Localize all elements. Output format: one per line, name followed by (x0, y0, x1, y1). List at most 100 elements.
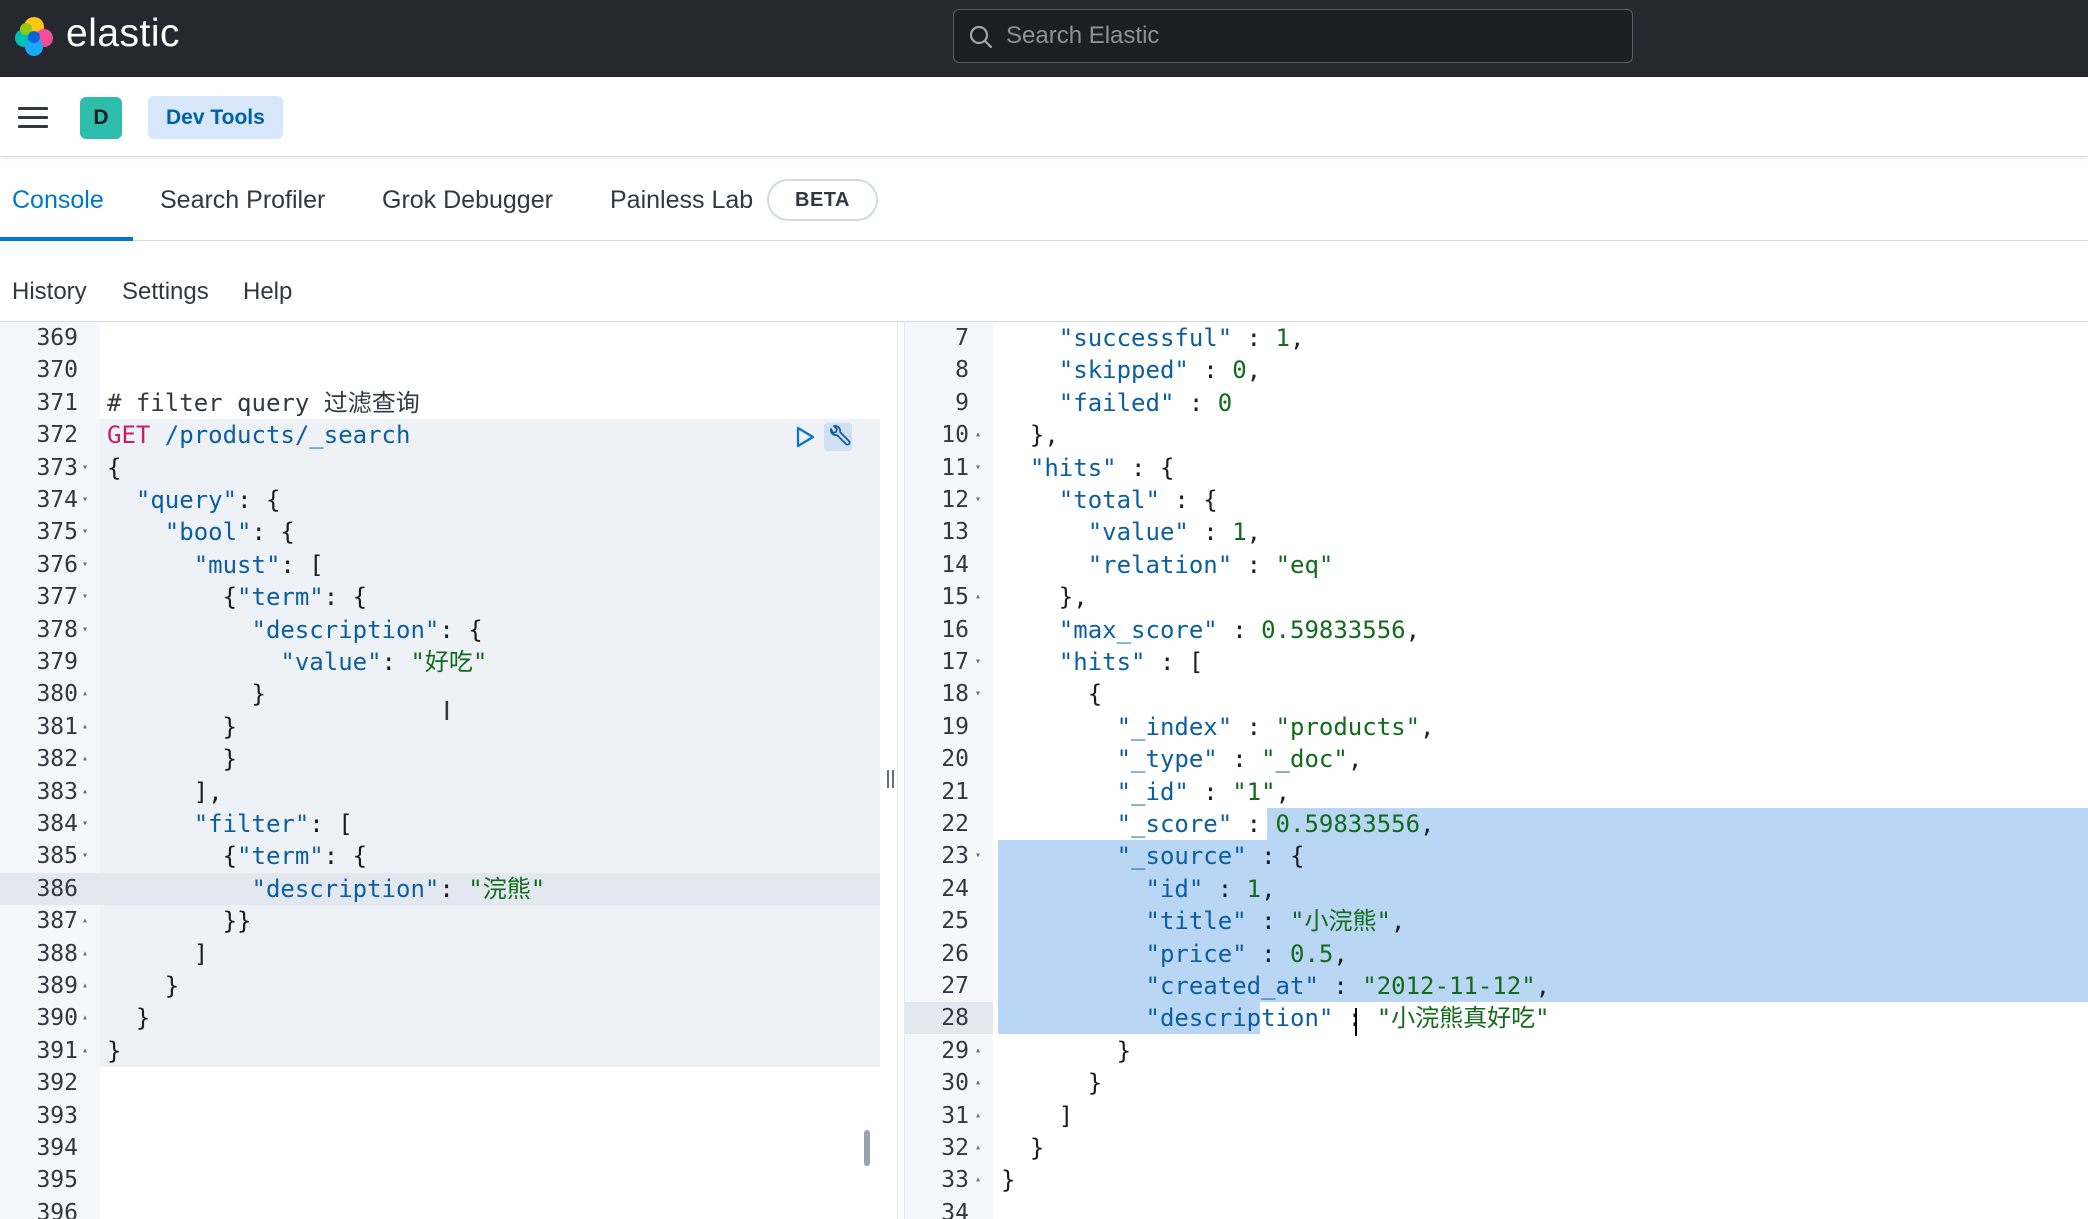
request-editor[interactable]: 369 370 371 # filter query 过滤查询 372 GET /prod… (0, 322, 880, 1219)
pane-divider[interactable] (897, 322, 905, 1219)
line-number: 381 (36, 713, 78, 740)
settings-link[interactable]: Settings (122, 278, 209, 306)
code-line: 377 ▾ {"term": { (0, 581, 880, 613)
fold-toggle-icon[interactable]: ▾ (82, 549, 88, 581)
code-line: 18 ▾ { (905, 678, 2088, 710)
fold-toggle-icon[interactable]: ▾ (82, 452, 88, 484)
code-text: "value": "好吃" (280, 648, 488, 676)
line-number: 19 (941, 713, 969, 740)
play-icon[interactable] (794, 425, 816, 449)
search-input[interactable] (1006, 18, 1606, 54)
fold-toggle-icon[interactable]: ▴ (82, 678, 88, 710)
fold-toggle-icon[interactable]: ▴ (82, 776, 88, 808)
code-line: 14 "relation" : "eq" (905, 549, 2088, 581)
code-line: 396 (0, 1197, 880, 1219)
request-scrollbar[interactable] (864, 1130, 870, 1166)
code-text: } (1001, 1134, 1045, 1162)
code-line: 392 (0, 1067, 880, 1099)
fold-toggle-icon[interactable]: ▴ (975, 581, 981, 613)
tab-console[interactable]: Console (12, 186, 104, 215)
line-number: 380 (36, 681, 78, 708)
fold-toggle-icon[interactable]: ▴ (82, 938, 88, 970)
code-line: 8 "skipped" : 0, (905, 354, 2088, 386)
fold-toggle-icon[interactable]: ▴ (82, 905, 88, 937)
code-line: 378 ▾ "description": { (0, 614, 880, 646)
code-text: } (1001, 1036, 1132, 1065)
fold-toggle-icon[interactable]: ▴ (975, 1100, 981, 1132)
code-line: 31 ▴ ] (905, 1100, 2088, 1132)
line-number: 395 (36, 1167, 78, 1194)
code-line: 25 "title" : "小浣熊", (905, 905, 2088, 937)
fold-toggle-icon[interactable]: ▴ (82, 970, 88, 1002)
code-line: 17 ▾ "hits" : [ (905, 646, 2088, 678)
line-number: 386 (36, 875, 78, 902)
line-number: 392 (36, 1070, 78, 1097)
resize-handle-icon[interactable] (887, 770, 897, 792)
help-link[interactable]: Help (243, 278, 292, 306)
history-link[interactable]: History (12, 278, 87, 306)
fold-toggle-icon[interactable]: ▴ (975, 1132, 981, 1164)
code-line: 381 ▴ } (0, 711, 880, 743)
elastic-logo-icon[interactable] (12, 14, 56, 58)
line-number: 21 (941, 778, 969, 805)
code-line: 9 "failed" : 0 (905, 387, 2088, 419)
menu-icon[interactable] (18, 107, 48, 129)
line-number: 393 (36, 1102, 78, 1129)
tab-grok-debugger[interactable]: Grok Debugger (382, 186, 553, 215)
code-line: 394 (0, 1132, 880, 1164)
line-number: 8 (955, 357, 969, 384)
line-number: 396 (36, 1199, 78, 1219)
fold-toggle-icon[interactable]: ▴ (975, 1164, 981, 1196)
fold-toggle-icon[interactable]: ▾ (82, 484, 88, 516)
space-avatar[interactable]: D (80, 97, 122, 139)
fold-toggle-icon[interactable]: ▴ (82, 1002, 88, 1034)
line-number: 10 (941, 422, 969, 449)
line-number: 379 (36, 649, 78, 675)
code-text: "_source" : { (1116, 842, 1305, 871)
line-number: 24 (941, 875, 969, 902)
code-text: "successful" : 1, (1058, 324, 1305, 352)
fold-toggle-icon[interactable]: ▾ (975, 484, 981, 516)
code-line: 34 (905, 1197, 2088, 1219)
code-text: } (107, 1004, 151, 1033)
code-line: 386 "description": "浣熊" (0, 873, 880, 905)
fold-toggle-icon[interactable]: ▾ (975, 840, 981, 872)
fold-toggle-icon[interactable]: ▾ (82, 808, 88, 840)
code-line: 371 # filter query 过滤查询 (0, 387, 880, 419)
fold-toggle-icon[interactable]: ▾ (975, 646, 981, 678)
response-editor[interactable]: 7 "successful" : 1, 8 "skipped" : 0, 9 "fa… (905, 322, 2088, 1219)
line-number: 378 (36, 616, 78, 643)
code-text: "failed" : 0 (1058, 388, 1233, 417)
fold-toggle-icon[interactable]: ▴ (975, 1035, 981, 1067)
code-text: } (107, 680, 266, 709)
tab-painless-lab[interactable]: Painless Lab (610, 186, 753, 215)
code-text: GET /products/_search (107, 421, 411, 450)
fold-toggle-icon[interactable]: ▴ (82, 743, 88, 775)
code-line: 380 ▴ } (0, 678, 880, 710)
fold-toggle-icon[interactable]: ▴ (82, 711, 88, 743)
code-text: ], (107, 777, 223, 806)
fold-toggle-icon[interactable]: ▾ (975, 452, 981, 484)
global-search[interactable] (953, 9, 1633, 63)
fold-toggle-icon[interactable]: ▾ (82, 516, 88, 548)
code-text: {"term": { (107, 583, 368, 612)
wrench-icon[interactable] (824, 423, 852, 451)
fold-toggle-icon[interactable]: ▴ (975, 1067, 981, 1099)
fold-toggle-icon[interactable]: ▴ (975, 419, 981, 451)
fold-toggle-icon[interactable]: ▾ (82, 614, 88, 646)
line-number: 377 (36, 584, 78, 611)
line-number: 383 (36, 778, 78, 805)
code-line: 33 ▴} (905, 1164, 2088, 1196)
code-text: } (107, 972, 180, 1000)
top-bar: elastic (0, 0, 2088, 77)
tab-search-profiler[interactable]: Search Profiler (160, 186, 325, 215)
code-line: 388 ▴ ] (0, 938, 880, 970)
fold-toggle-icon[interactable]: ▾ (82, 840, 88, 872)
fold-toggle-icon[interactable]: ▾ (82, 581, 88, 613)
code-text: # filter query 过滤查询 (107, 388, 420, 417)
breadcrumb[interactable]: Dev Tools (148, 96, 283, 139)
brand-name[interactable]: elastic (66, 12, 180, 56)
fold-toggle-icon[interactable]: ▴ (82, 1035, 88, 1067)
code-text: ] (107, 939, 209, 968)
fold-toggle-icon[interactable]: ▾ (975, 678, 981, 710)
